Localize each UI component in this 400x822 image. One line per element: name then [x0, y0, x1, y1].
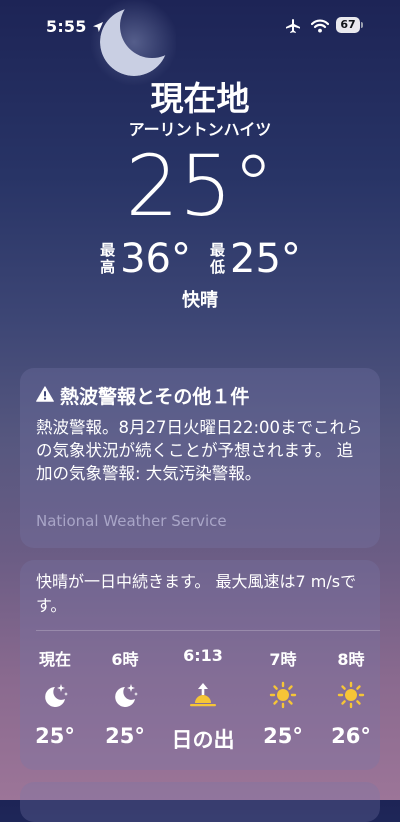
high-low-temperatures: 最高 36° 最低 25° — [0, 234, 400, 284]
battery-indicator: 67 — [336, 17, 364, 33]
location-title: 現在地 — [150, 79, 250, 118]
warning-icon — [36, 385, 54, 406]
hour-temperature: 25° — [263, 724, 303, 748]
next-card[interactable] — [20, 782, 380, 822]
moon-stars-icon — [20, 680, 90, 710]
hour-column: 6:13 日の出 — [168, 646, 238, 754]
low-temperature: 25° — [230, 236, 301, 282]
battery-level: 67 — [336, 17, 360, 33]
alert-body: 熱波警報。8月27日火曜日22:00までこれらの気象状況が続くことが予想されます… — [36, 418, 363, 483]
forecast-summary: 快晴が一日中続きます。 最大風速は7 m/sです。 — [36, 572, 357, 615]
hour-column: 6時 25° — [90, 646, 160, 748]
hourly-forecast-card[interactable]: 快晴が一日中続きます。 最大風速は7 m/sです。 現在 25° 6時 25° … — [20, 560, 380, 770]
hour-label: 6時 — [111, 650, 139, 669]
status-time: 5:55 — [46, 17, 87, 36]
sun-icon — [248, 680, 318, 710]
hour-label: 7時 — [269, 650, 297, 669]
moon-stars-icon — [90, 680, 160, 710]
hour-temperature: 日の出 — [171, 728, 235, 752]
high-temperature-group: 最高 36° — [99, 234, 191, 284]
high-label: 最高 — [99, 242, 116, 276]
hour-label: 8時 — [337, 650, 365, 669]
low-temperature-group: 最低 25° — [209, 234, 301, 284]
high-label-char-1: 最 — [100, 241, 116, 259]
alert-source[interactable]: National Weather Service — [36, 512, 227, 530]
severe-weather-alert-card[interactable]: 熱波警報とその他１件 熱波警報。8月27日火曜日22:00までこれらの気象状況が… — [20, 368, 380, 548]
low-label-char-2: 低 — [209, 258, 225, 276]
hour-column: 7時 25° — [248, 646, 318, 748]
hour-temperature: 26° — [331, 724, 371, 748]
current-temperature: 25° — [125, 137, 275, 235]
low-label-char-1: 最 — [209, 241, 225, 259]
wifi-icon — [310, 18, 330, 37]
alert-title: 熱波警報とその他１件 — [60, 386, 250, 408]
divider — [36, 630, 380, 631]
hour-temperature: 25° — [35, 724, 75, 748]
hour-column: 8時 26° — [316, 646, 386, 748]
hour-temperature: 25° — [105, 724, 145, 748]
airplane-icon — [285, 18, 301, 38]
hour-label: 現在 — [38, 650, 71, 669]
high-label-char-2: 高 — [100, 258, 116, 276]
hour-label: 6:13 — [183, 646, 223, 665]
battery-cap — [361, 22, 363, 28]
sunrise-icon — [168, 680, 238, 710]
hour-column: 現在 25° — [20, 646, 90, 748]
weather-condition: 快晴 — [182, 290, 218, 311]
alert-header: 熱波警報とその他１件 — [36, 382, 249, 409]
high-temperature: 36° — [120, 236, 191, 282]
low-label: 最低 — [209, 242, 226, 276]
sun-icon — [316, 680, 386, 710]
